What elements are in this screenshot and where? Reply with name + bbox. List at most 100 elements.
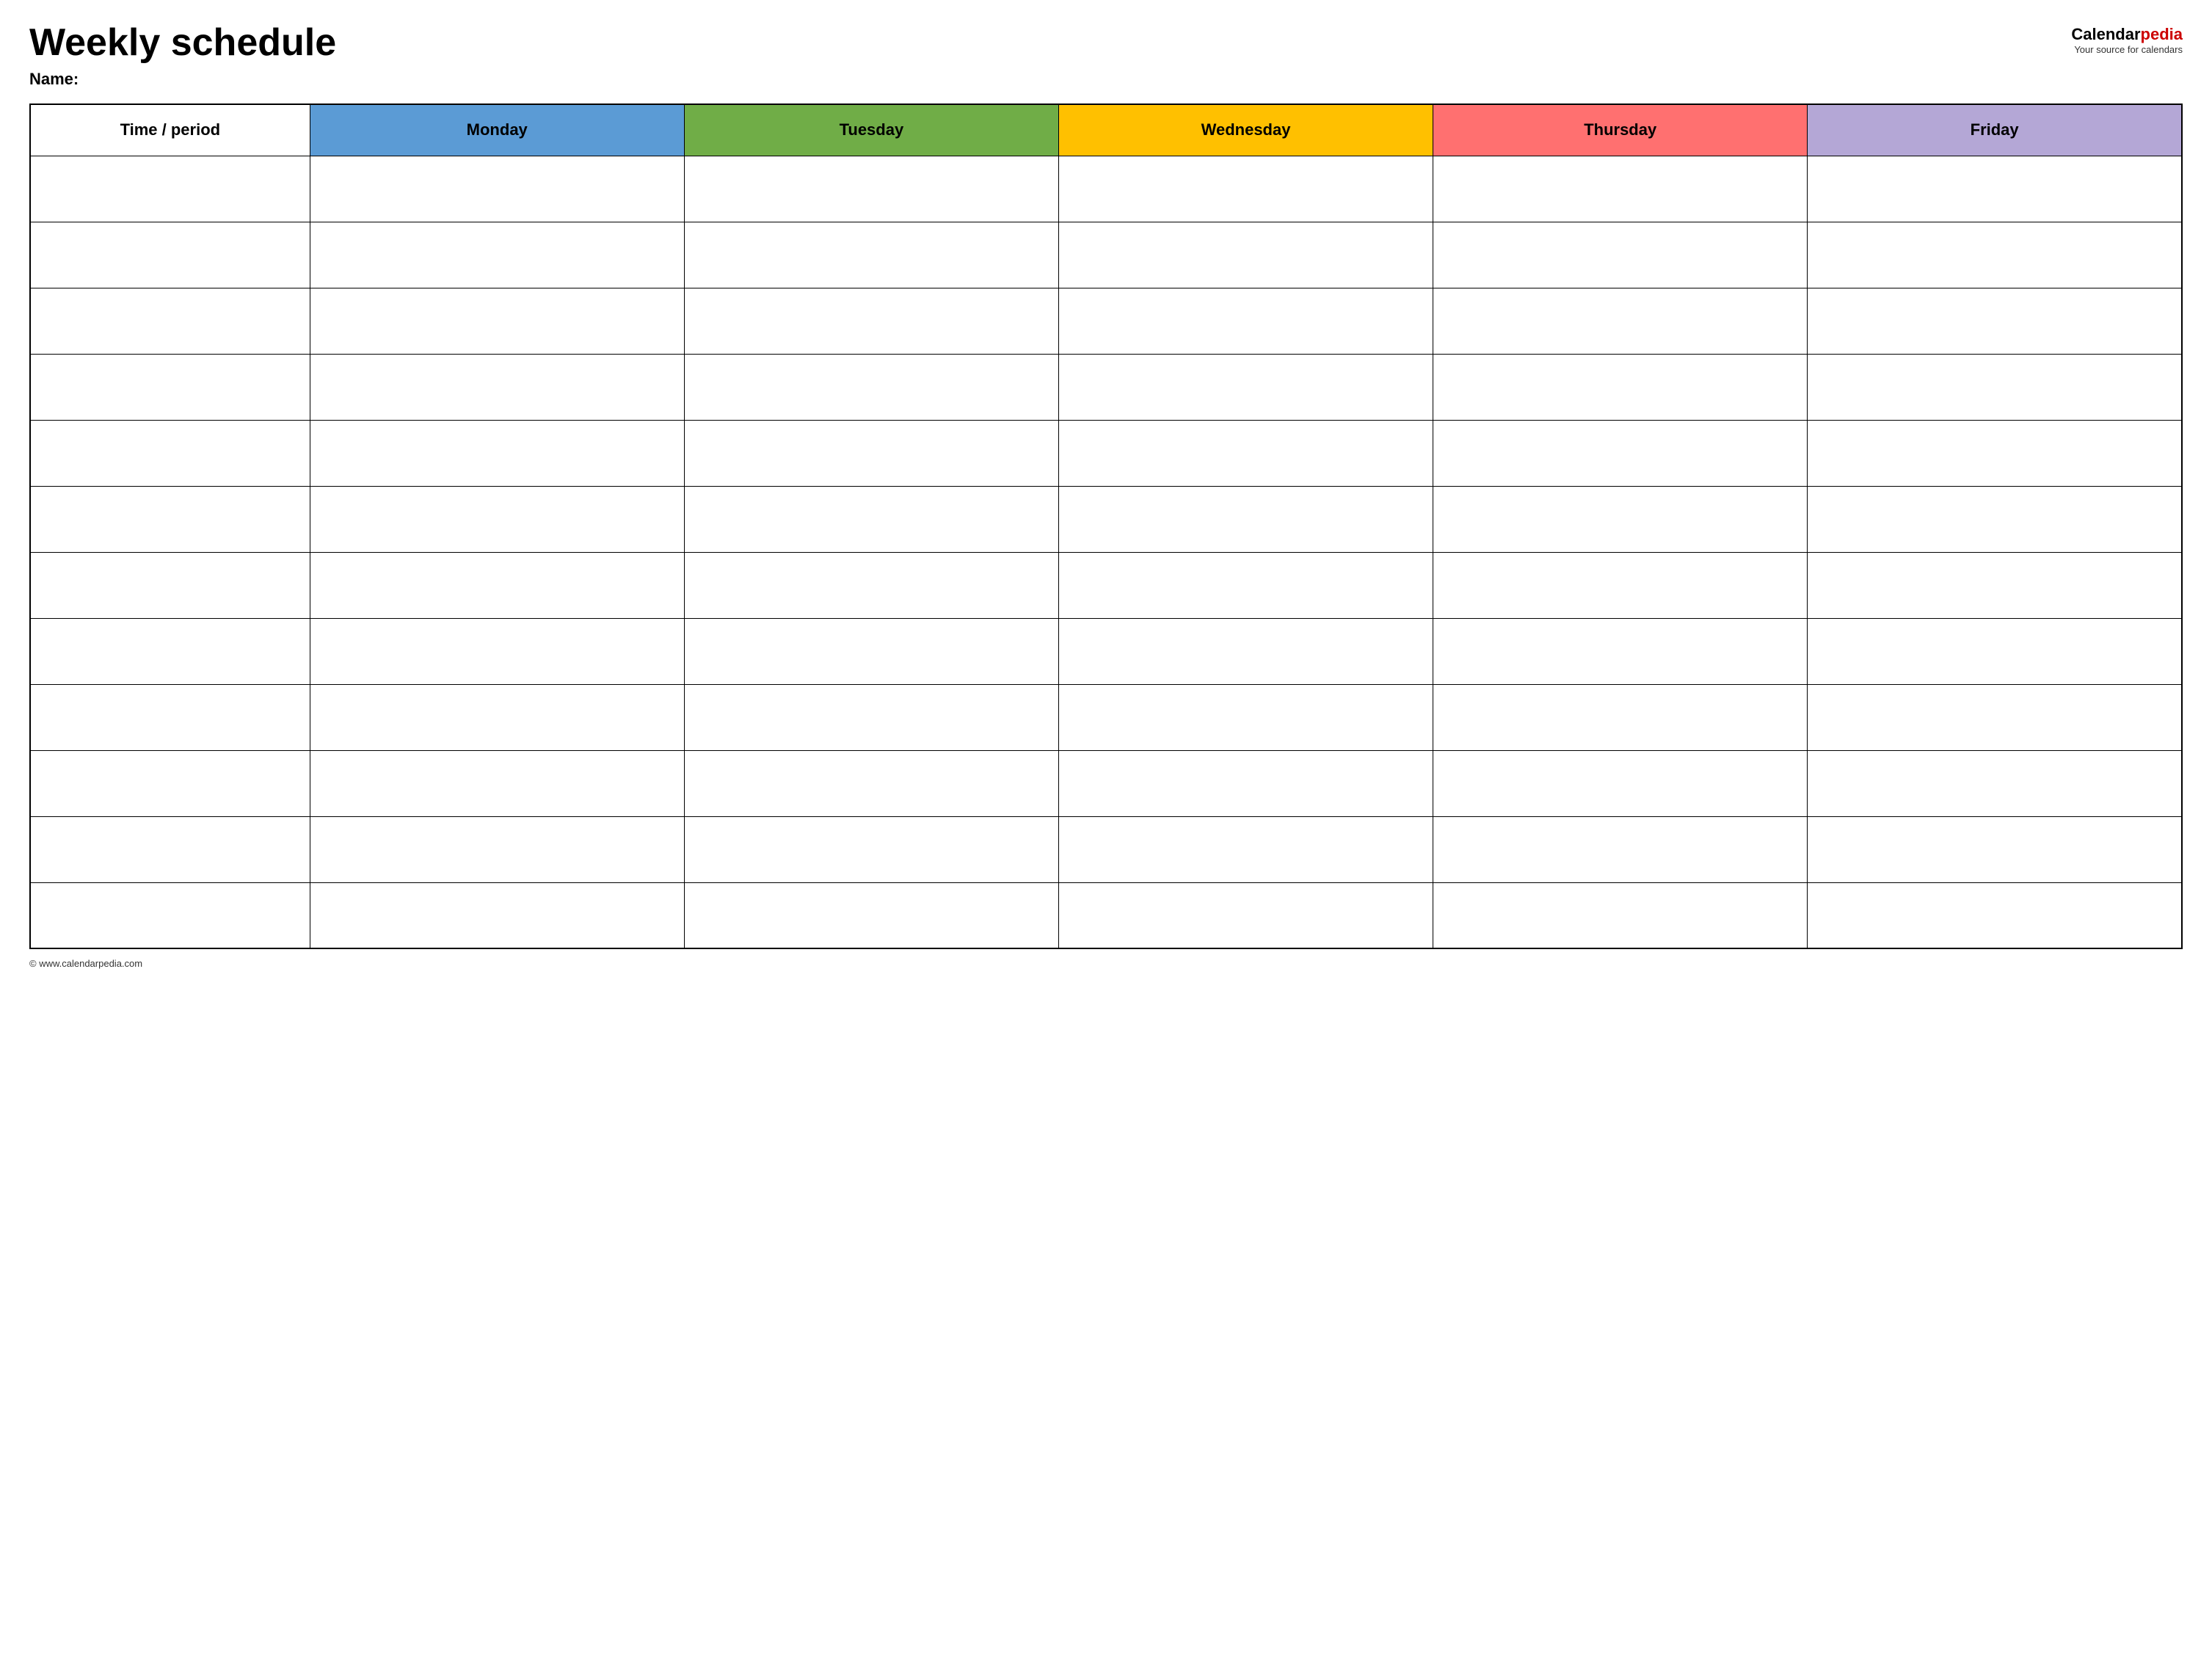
schedule-cell[interactable] <box>1058 222 1433 288</box>
schedule-cell[interactable] <box>310 750 684 816</box>
schedule-cell[interactable] <box>684 618 1058 684</box>
page-title: Weekly schedule <box>29 22 336 64</box>
schedule-cell[interactable] <box>684 882 1058 948</box>
schedule-cell[interactable] <box>1058 552 1433 618</box>
table-row <box>30 816 2182 882</box>
schedule-cell[interactable] <box>1058 750 1433 816</box>
schedule-cell[interactable] <box>1433 222 1808 288</box>
logo-calendar: Calendar <box>2071 25 2140 43</box>
schedule-cell[interactable] <box>1058 354 1433 420</box>
schedule-cell[interactable] <box>310 222 684 288</box>
schedule-cell[interactable] <box>1058 882 1433 948</box>
table-row <box>30 750 2182 816</box>
schedule-cell[interactable] <box>1808 156 2182 222</box>
table-row <box>30 684 2182 750</box>
schedule-table: Time / period Monday Tuesday Wednesday T… <box>29 104 2183 949</box>
col-monday: Monday <box>310 104 684 156</box>
schedule-cell[interactable] <box>684 552 1058 618</box>
schedule-cell[interactable] <box>310 618 684 684</box>
time-cell[interactable] <box>30 288 310 354</box>
col-wednesday: Wednesday <box>1058 104 1433 156</box>
schedule-cell[interactable] <box>1433 816 1808 882</box>
schedule-cell[interactable] <box>684 222 1058 288</box>
schedule-cell[interactable] <box>684 750 1058 816</box>
time-cell[interactable] <box>30 618 310 684</box>
schedule-cell[interactable] <box>1433 684 1808 750</box>
time-cell[interactable] <box>30 222 310 288</box>
schedule-cell[interactable] <box>310 156 684 222</box>
col-thursday: Thursday <box>1433 104 1808 156</box>
schedule-cell[interactable] <box>1808 420 2182 486</box>
schedule-cell[interactable] <box>1808 552 2182 618</box>
table-row <box>30 552 2182 618</box>
schedule-cell[interactable] <box>684 816 1058 882</box>
time-cell[interactable] <box>30 684 310 750</box>
header-row: Time / period Monday Tuesday Wednesday T… <box>30 104 2182 156</box>
time-cell[interactable] <box>30 882 310 948</box>
table-row <box>30 486 2182 552</box>
logo-tagline: Your source for calendars <box>2074 44 2183 55</box>
schedule-cell[interactable] <box>1058 156 1433 222</box>
schedule-body <box>30 156 2182 948</box>
table-row <box>30 420 2182 486</box>
schedule-cell[interactable] <box>1433 420 1808 486</box>
time-cell[interactable] <box>30 750 310 816</box>
schedule-cell[interactable] <box>310 420 684 486</box>
time-cell[interactable] <box>30 156 310 222</box>
schedule-cell[interactable] <box>1808 816 2182 882</box>
table-row <box>30 288 2182 354</box>
schedule-cell[interactable] <box>1433 156 1808 222</box>
schedule-cell[interactable] <box>1058 816 1433 882</box>
col-tuesday: Tuesday <box>684 104 1058 156</box>
schedule-cell[interactable] <box>310 816 684 882</box>
logo-section: Calendarpedia Your source for calendars <box>2071 25 2183 55</box>
table-row <box>30 222 2182 288</box>
schedule-cell[interactable] <box>1808 750 2182 816</box>
schedule-cell[interactable] <box>1433 486 1808 552</box>
schedule-cell[interactable] <box>310 882 684 948</box>
schedule-cell[interactable] <box>1433 288 1808 354</box>
schedule-cell[interactable] <box>1808 486 2182 552</box>
time-cell[interactable] <box>30 354 310 420</box>
time-cell[interactable] <box>30 420 310 486</box>
schedule-cell[interactable] <box>1808 684 2182 750</box>
schedule-cell[interactable] <box>1058 618 1433 684</box>
schedule-cell[interactable] <box>684 420 1058 486</box>
footer: © www.calendarpedia.com <box>29 958 2183 969</box>
schedule-cell[interactable] <box>1058 288 1433 354</box>
col-friday: Friday <box>1808 104 2182 156</box>
time-cell[interactable] <box>30 486 310 552</box>
schedule-cell[interactable] <box>1808 354 2182 420</box>
schedule-cell[interactable] <box>310 486 684 552</box>
time-cell[interactable] <box>30 816 310 882</box>
schedule-cell[interactable] <box>1808 882 2182 948</box>
schedule-cell[interactable] <box>1433 882 1808 948</box>
schedule-cell[interactable] <box>1058 420 1433 486</box>
table-row <box>30 354 2182 420</box>
time-cell[interactable] <box>30 552 310 618</box>
schedule-cell[interactable] <box>684 156 1058 222</box>
schedule-cell[interactable] <box>1433 552 1808 618</box>
table-row <box>30 156 2182 222</box>
logo-pedia: pedia <box>2141 25 2183 43</box>
schedule-cell[interactable] <box>1058 684 1433 750</box>
table-row <box>30 618 2182 684</box>
schedule-cell[interactable] <box>310 552 684 618</box>
schedule-cell[interactable] <box>684 354 1058 420</box>
copyright-text: © www.calendarpedia.com <box>29 958 142 969</box>
schedule-cell[interactable] <box>684 486 1058 552</box>
schedule-cell[interactable] <box>684 684 1058 750</box>
schedule-cell[interactable] <box>1808 222 2182 288</box>
schedule-cell[interactable] <box>310 684 684 750</box>
name-label: Name: <box>29 70 336 89</box>
schedule-cell[interactable] <box>1433 354 1808 420</box>
col-time-period: Time / period <box>30 104 310 156</box>
schedule-cell[interactable] <box>310 354 684 420</box>
schedule-cell[interactable] <box>310 288 684 354</box>
schedule-cell[interactable] <box>1808 618 2182 684</box>
schedule-cell[interactable] <box>1058 486 1433 552</box>
schedule-cell[interactable] <box>1808 288 2182 354</box>
schedule-cell[interactable] <box>1433 618 1808 684</box>
schedule-cell[interactable] <box>684 288 1058 354</box>
schedule-cell[interactable] <box>1433 750 1808 816</box>
